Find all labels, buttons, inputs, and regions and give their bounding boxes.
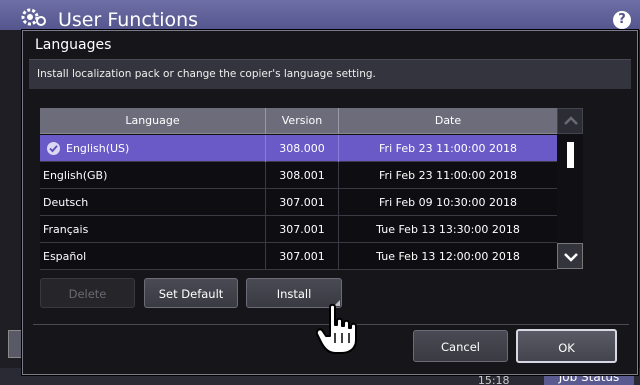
date-cell: Tue Feb 13 12:00:00 2018 <box>376 250 520 263</box>
dialog-title: Languages <box>35 37 112 53</box>
column-header-language: Language <box>40 108 266 134</box>
app-title-bar: User Functions ? <box>0 0 640 31</box>
scroll-down-button[interactable] <box>557 243 583 269</box>
cancel-button[interactable]: Cancel <box>413 330 508 362</box>
table-row[interactable]: English(US) 308.000 Fri Feb 23 11:00:00 … <box>40 135 557 162</box>
dialog-description: Install localization pack or change the … <box>37 68 376 80</box>
set-default-button[interactable]: Set Default <box>144 278 238 308</box>
chevron-down-icon <box>564 253 578 262</box>
delete-button[interactable]: Delete <box>40 278 135 308</box>
chevron-up-icon <box>564 116 578 125</box>
language-cell: Deutsch <box>40 189 266 216</box>
table-row[interactable]: Deutsch 307.001 Fri Feb 09 10:30:00 2018 <box>40 189 557 216</box>
date-cell: Fri Feb 09 10:30:00 2018 <box>379 196 517 209</box>
scrollbar-thumb[interactable] <box>567 142 574 168</box>
column-header-date: Date <box>434 114 462 127</box>
hand-pointer-icon <box>316 303 357 354</box>
languages-dialog: Languages Install localization pack or c… <box>22 30 638 375</box>
language-name: English(US) <box>66 142 130 155</box>
version-cell: 307.001 <box>266 189 339 216</box>
table-header: Language Version Date <box>40 108 557 134</box>
language-cell: English(GB) <box>40 162 266 189</box>
date-cell: Tue Feb 13 13:30:00 2018 <box>376 223 520 236</box>
date-cell: Fri Feb 23 11:00:00 2018 <box>379 142 517 155</box>
date-cell: Fri Feb 23 11:00:00 2018 <box>379 169 517 182</box>
help-icon[interactable]: ? <box>613 11 631 29</box>
description-bar: Install localization pack or change the … <box>29 59 631 89</box>
app-title: User Functions <box>58 9 199 31</box>
ok-button[interactable]: OK <box>516 329 617 363</box>
install-button-label: Install <box>276 287 312 301</box>
language-cell: Français <box>40 216 266 243</box>
column-header-version: Version <box>266 108 339 134</box>
version-cell: 307.001 <box>266 216 339 243</box>
gear-icon <box>21 8 46 26</box>
version-cell: 308.000 <box>266 135 339 162</box>
table-row[interactable]: Français 307.001 Tue Feb 13 13:30:00 201… <box>40 216 557 243</box>
check-icon <box>47 141 60 155</box>
scroll-up-button[interactable] <box>557 108 583 134</box>
version-cell: 307.001 <box>266 243 339 270</box>
table-row[interactable]: English(GB) 308.001 Fri Feb 23 11:00:00 … <box>40 162 557 189</box>
version-cell: 308.001 <box>266 162 339 189</box>
language-cell: English(US) <box>40 135 266 162</box>
language-cell: Español <box>40 243 266 270</box>
table-row[interactable]: Español 307.001 Tue Feb 13 12:00:00 2018 <box>40 243 557 270</box>
language-table: Language Version Date English(US) 308.00… <box>40 108 557 270</box>
